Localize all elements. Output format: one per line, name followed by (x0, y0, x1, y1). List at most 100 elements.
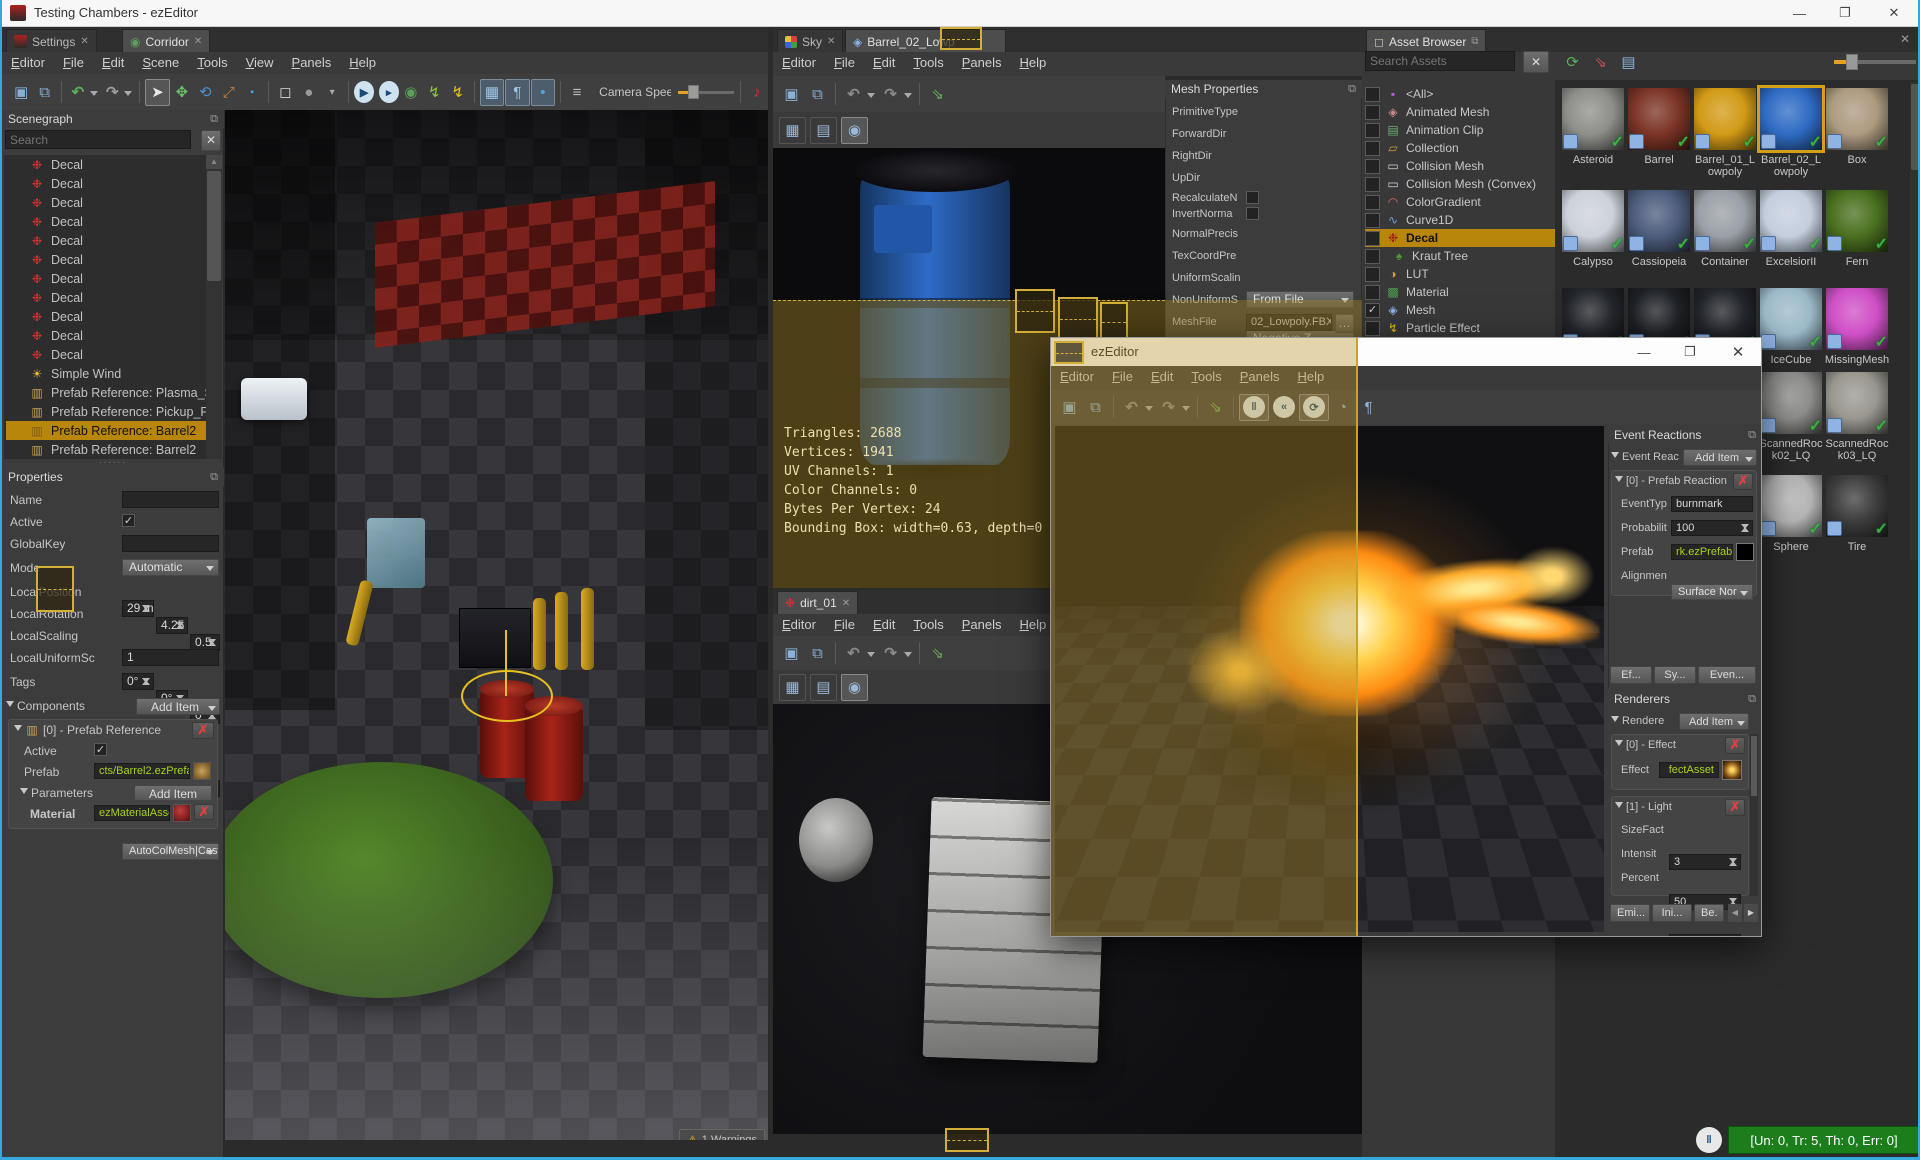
minimize-button[interactable]: — (1621, 338, 1667, 366)
add-renderer-button[interactable]: Add Item (1679, 712, 1749, 730)
select-tool-icon[interactable]: ➤ (145, 78, 170, 106)
undo-icon[interactable]: ↶ (841, 82, 866, 107)
menu-editor[interactable]: Editor (773, 614, 825, 635)
save-icon[interactable]: ▣ (10, 80, 32, 105)
type-filter-animated-mesh[interactable]: ◈ Animated Mesh (1365, 103, 1555, 121)
menu-scene[interactable]: Scene (133, 52, 188, 73)
save-icon[interactable]: ▣ (779, 82, 804, 107)
redo-icon[interactable]: ↷ (878, 82, 903, 107)
renderers-scrollbar[interactable] (1750, 734, 1758, 896)
tree-item-prefab[interactable]: ▥ Prefab Reference: Pickup_P... (6, 402, 206, 421)
undo-dropdown-icon[interactable] (90, 90, 99, 100)
greybox-icon[interactable]: ◻ (274, 80, 296, 105)
asset-thumbnail-tire[interactable]: ✓ (1826, 475, 1888, 538)
shape-icons-toggle-icon[interactable]: ¶ (505, 78, 530, 106)
tab-event-reactions[interactable]: Even... (1698, 666, 1756, 684)
globalkey-field[interactable] (122, 535, 219, 552)
scrollbar-thumb[interactable] (207, 171, 221, 281)
material-thumbnail-button[interactable] (173, 804, 191, 822)
tree-item-decal[interactable]: ❉ Decal (6, 212, 206, 231)
tree-item-decal[interactable]: ❉ Decal (6, 174, 206, 193)
menu-panels[interactable]: Panels (283, 52, 341, 73)
tree-item-decal[interactable]: ❉ Decal (6, 193, 206, 212)
asset-thumbnail-scannedrock03[interactable]: ✓ (1826, 372, 1888, 435)
menu-tools[interactable]: Tools (188, 52, 236, 73)
remove-renderer-button[interactable]: ✗ (1725, 736, 1745, 754)
reaction-prefab-field[interactable]: rk.ezPrefab (1671, 544, 1733, 560)
rotation-x-stepper[interactable]: 0° (122, 673, 154, 690)
tab-dirt-01[interactable]: ❉ dirt_01 ✕ (777, 591, 859, 615)
save-all-icon[interactable]: ⧉ (805, 82, 830, 107)
float-panel-icon[interactable]: ⧉ (1348, 83, 1356, 96)
type-filter-kraut-tree[interactable]: ♠ Kraut Tree (1365, 247, 1555, 265)
close-button[interactable]: ✕ (1868, 0, 1918, 26)
asset-thumbnail-fern[interactable]: ✓ (1826, 190, 1888, 253)
mode-dropdown[interactable]: Automatic (122, 559, 219, 576)
camera-icon[interactable]: ◉ (841, 116, 868, 144)
tab-scroll-right-icon[interactable]: ▶ (1744, 904, 1758, 922)
mute-speaker-icon[interactable]: ♪ (746, 80, 768, 105)
add-component-button[interactable]: Add Item (136, 697, 220, 715)
effect-thumbnail-button[interactable] (1722, 760, 1742, 780)
scene-viewport[interactable]: ⚠ 1 Warnings (225, 110, 768, 1140)
simulate-gamepad-icon[interactable]: ◉ (400, 80, 422, 105)
render-mode-icon[interactable]: ▦ (779, 116, 806, 144)
play-icon[interactable]: ▶ (354, 81, 374, 103)
import-asset-icon[interactable]: ⇘ (1588, 49, 1613, 74)
transform-assets-icon[interactable]: ⟳ (1560, 49, 1585, 74)
more-shapes-icon[interactable]: ▾ (321, 80, 343, 105)
type-filter-decal-selected[interactable]: ❉ Decal (1365, 229, 1555, 247)
warnings-button[interactable]: ⚠ 1 Warnings (679, 1129, 765, 1140)
asset-thumbnail-barrel[interactable]: ✓ (1628, 88, 1690, 151)
asset-thumbnail-barrel-02-selected[interactable]: ✓ (1757, 85, 1825, 153)
asset-grid-scrollbar[interactable] (1910, 82, 1918, 560)
menu-file[interactable]: File (825, 614, 864, 635)
scenegraph-search-input[interactable] (5, 130, 191, 149)
tree-item-decal[interactable]: ❉ Decal (6, 155, 206, 174)
remove-renderer-button[interactable]: ✗ (1725, 798, 1745, 816)
save-all-icon[interactable]: ⧉ (33, 80, 55, 105)
expander-caret[interactable] (1615, 802, 1623, 812)
tree-item-prefab[interactable]: ▥Prefab Reference: Plasma_S... (6, 383, 206, 402)
type-filter-lut[interactable]: ◑ LUT (1365, 265, 1555, 283)
simulate-icon[interactable]: ↯ (423, 80, 445, 105)
remove-material-button[interactable]: ✗ (194, 804, 214, 820)
prefab-thumbnail-button[interactable] (193, 762, 211, 780)
float-panel-icon[interactable]: ⧉ (210, 471, 218, 484)
menu-edit[interactable]: Edit (93, 52, 133, 73)
export-asset-icon[interactable]: ⇘ (925, 641, 950, 666)
search-clear-button[interactable]: ✕ (201, 130, 221, 151)
slider-thumb[interactable] (1846, 54, 1858, 70)
scenegraph-scrollbar[interactable]: ▲ (206, 155, 222, 459)
sphere-icon[interactable]: ● (298, 80, 320, 105)
add-event-reaction-button[interactable]: Add Item (1683, 448, 1757, 466)
tree-item-decal[interactable]: ❉ Decal (6, 345, 206, 364)
scroll-up-icon[interactable]: ▲ (206, 155, 222, 169)
type-filter-collection[interactable]: ▱ Collection (1365, 139, 1555, 157)
slider-thumb[interactable] (688, 85, 700, 99)
type-filter-colorgradient[interactable]: ◠ ColorGradient (1365, 193, 1555, 211)
snap-icon[interactable]: ▪ (241, 80, 263, 105)
menu-panels[interactable]: Panels (953, 52, 1011, 73)
render-mode-icon[interactable]: ≡ (566, 80, 588, 105)
float-panel-icon[interactable]: ⧉ (1748, 429, 1756, 442)
type-filter-particle-effect[interactable]: ↯ Particle Effect (1365, 319, 1555, 337)
maximize-button[interactable]: ❐ (1667, 338, 1713, 366)
expander-caret[interactable] (1615, 476, 1623, 486)
float-panel-icon[interactable]: ⧉ (1748, 693, 1756, 706)
redo-icon[interactable]: ↷ (101, 80, 123, 105)
probability-stepper[interactable]: 100 (1671, 520, 1753, 536)
asset-thumbnail-box[interactable]: ✓ (1826, 88, 1888, 151)
sizefactor-stepper[interactable]: 3 (1669, 854, 1741, 870)
scrollbar-thumb[interactable] (1911, 84, 1918, 170)
tab-effect[interactable]: Ef... (1610, 666, 1652, 684)
menu-help[interactable]: Help (1010, 52, 1055, 73)
asset-thumbnail-excelsiorii[interactable]: ✓ (1760, 190, 1822, 253)
step-icon[interactable]: ▸ (378, 81, 399, 103)
float-panel-icon[interactable]: ⧉ (210, 113, 218, 126)
panel-splitter[interactable]: ······ (2, 459, 224, 468)
expander-caret[interactable] (1611, 716, 1619, 726)
status-pause-icon[interactable]: ‖ (1696, 1127, 1722, 1153)
tree-item-prefab-selected[interactable]: ▥ Prefab Reference: Barrel2 (6, 421, 206, 440)
scale-gizmo-icon[interactable]: ⤢ (218, 80, 240, 105)
